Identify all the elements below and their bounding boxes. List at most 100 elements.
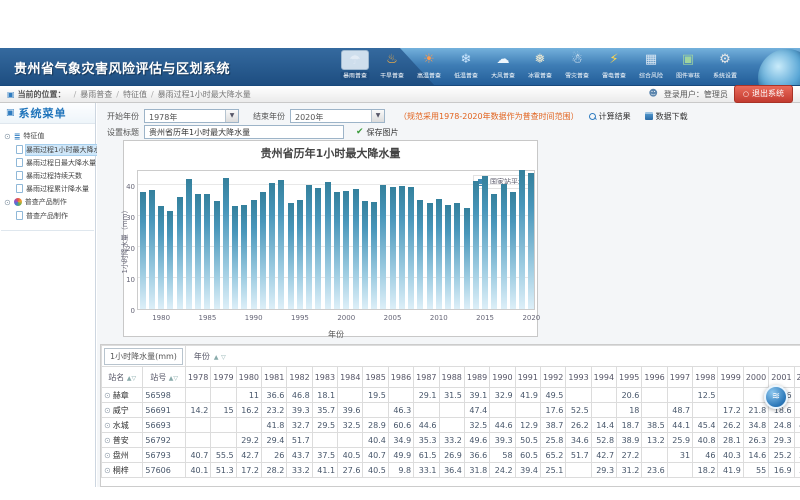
year-column-header: 2002 bbox=[794, 367, 800, 388]
logout-button[interactable]: ○ 退出系统 bbox=[734, 85, 793, 103]
value-cell: 51.3 bbox=[211, 463, 236, 478]
value-cell: 33.2 bbox=[287, 463, 312, 478]
station-id: 56792 bbox=[143, 433, 186, 448]
value-cell: 37.5 bbox=[312, 448, 337, 463]
value-cell: 38.5 bbox=[642, 418, 667, 433]
nav-item-drought-survey[interactable]: ♨干旱普查 bbox=[375, 50, 409, 81]
row-toggle-icon[interactable]: ⊙ bbox=[104, 451, 111, 460]
sidebar-item-1-0[interactable]: 普查产品制作 bbox=[1, 209, 94, 222]
sidebar-group-1[interactable]: ⊙普查产品制作 bbox=[1, 195, 94, 209]
disk-icon bbox=[645, 112, 653, 120]
calc-result-button[interactable]: 计算结果 bbox=[589, 111, 631, 122]
row-toggle-icon[interactable]: ⊙ bbox=[104, 391, 111, 400]
chevron-down-icon[interactable]: ▼ bbox=[225, 110, 238, 122]
station-id-header[interactable]: 站号 ▲▽ bbox=[143, 367, 186, 388]
value-cell bbox=[185, 433, 210, 448]
value-cell: 19.5 bbox=[363, 388, 388, 403]
bar-2007 bbox=[408, 187, 414, 309]
value-cell bbox=[591, 403, 616, 418]
year-column-header: 1979 bbox=[211, 367, 236, 388]
data-download-button[interactable]: 数据下载 bbox=[645, 111, 688, 122]
value-cell: 18.7 bbox=[617, 418, 642, 433]
sidebar-item-0-2[interactable]: 暴雨过程持续天数 bbox=[1, 169, 94, 182]
year-column-header: 1984 bbox=[338, 367, 363, 388]
bar-2006 bbox=[399, 186, 405, 310]
sort-asc-icon[interactable]: ▲ bbox=[214, 354, 219, 361]
bar-1986 bbox=[214, 201, 220, 309]
year-sort-header[interactable]: 年份▲ ▽ bbox=[185, 346, 800, 367]
value-cell: 26.2 bbox=[566, 418, 591, 433]
start-year-select[interactable]: 1978年 ▼ bbox=[144, 109, 239, 123]
sidebar-item-0-3[interactable]: 暴雨过程累计降水量 bbox=[1, 182, 94, 195]
value-cell bbox=[388, 388, 413, 403]
value-cell: 16.9 bbox=[769, 463, 794, 478]
start-year-label: 开始年份 bbox=[107, 111, 139, 122]
station-id: 57606 bbox=[143, 463, 186, 478]
sidebar-group-0[interactable]: ⊙≣特征值 bbox=[1, 129, 94, 143]
nav-item-composite-risk[interactable]: ▦综合风险 bbox=[634, 50, 668, 81]
bar-2014 bbox=[473, 181, 479, 309]
station-name: 水城 bbox=[113, 421, 129, 430]
value-cell: 52.5 bbox=[566, 403, 591, 418]
heat-icon: ☀ bbox=[415, 50, 443, 70]
chart-title-input[interactable] bbox=[144, 125, 344, 139]
nav-item-wind-survey[interactable]: ☁大风普查 bbox=[486, 50, 520, 81]
nav-item-rainstorm-survey[interactable]: ☂暴雨普查 bbox=[338, 50, 372, 81]
bar-2019 bbox=[519, 170, 525, 309]
bar-1994 bbox=[288, 203, 294, 309]
sort-desc-icon[interactable]: ▽ bbox=[131, 375, 136, 382]
value-cell bbox=[185, 388, 210, 403]
year-column-header: 1982 bbox=[287, 367, 312, 388]
power-icon: ○ bbox=[743, 90, 749, 98]
value-cell bbox=[363, 403, 388, 418]
sidebar-item-0-0[interactable]: 暴雨过程1小时最大降水量 bbox=[1, 143, 94, 156]
sort-desc-icon[interactable]: ▽ bbox=[221, 354, 226, 361]
row-toggle-icon[interactable]: ⊙ bbox=[104, 466, 111, 475]
nav-item-label: 高温普查 bbox=[415, 72, 444, 81]
value-cell: 39.3 bbox=[287, 403, 312, 418]
bar-1979 bbox=[149, 190, 155, 309]
nav-item-cold-survey[interactable]: ❄低温普查 bbox=[449, 50, 483, 81]
chevron-down-icon[interactable]: ▼ bbox=[371, 110, 384, 122]
value-cell: 34.6 bbox=[566, 433, 591, 448]
value-cell bbox=[211, 388, 236, 403]
floating-action-button[interactable]: ≋ bbox=[764, 385, 788, 409]
row-toggle-icon[interactable]: ⊙ bbox=[104, 421, 111, 430]
bar-2018 bbox=[510, 192, 516, 309]
nav-item-lightning-survey[interactable]: ⚡雷电普查 bbox=[597, 50, 631, 81]
value-cell: 16.2 bbox=[236, 403, 261, 418]
nav-item-snow-survey[interactable]: ☃雪灾普查 bbox=[560, 50, 594, 81]
lightning-icon: ⚡ bbox=[600, 50, 628, 70]
save-image-button[interactable]: ✔ 保存图片 bbox=[356, 127, 399, 138]
value-cell: 47.4 bbox=[464, 403, 489, 418]
nav-item-hail-survey[interactable]: ❅冰雹普查 bbox=[523, 50, 557, 81]
table-wrap: 1小时降水量(mm)年份▲ ▽站名 ▲▽站号 ▲▽197819791980198… bbox=[100, 344, 800, 487]
sort-desc-icon[interactable]: ▽ bbox=[173, 375, 178, 382]
value-cell: 18.1 bbox=[312, 388, 337, 403]
nav-item-heat-survey[interactable]: ☀ 高温普查 bbox=[412, 50, 446, 81]
year-column-header: 1992 bbox=[540, 367, 565, 388]
bar-1985 bbox=[204, 194, 210, 309]
row-toggle-icon[interactable]: ⊙ bbox=[104, 406, 111, 415]
tree-toggle-icon[interactable]: ⊙ bbox=[4, 198, 11, 207]
value-cell: 33.1 bbox=[414, 463, 439, 478]
tree-toggle-icon[interactable]: ⊙ bbox=[4, 132, 11, 141]
value-cell: 38.7 bbox=[540, 418, 565, 433]
chart-title: 贵州省历年1小时最大降水量 bbox=[124, 145, 537, 161]
value-cell: 36.6 bbox=[464, 448, 489, 463]
end-year-select[interactable]: 2020年 ▼ bbox=[290, 109, 385, 123]
nav-item-map-audit[interactable]: ▣图件审核 bbox=[671, 50, 705, 81]
value-cell bbox=[591, 388, 616, 403]
breadcrumb-item-2[interactable]: 特征值 bbox=[123, 89, 147, 100]
bar-1988 bbox=[232, 206, 238, 309]
location-icon: ▣ bbox=[7, 90, 15, 99]
breadcrumb-item-1[interactable]: 暴雨普查 bbox=[80, 89, 112, 100]
row-toggle-icon[interactable]: ⊙ bbox=[104, 436, 111, 445]
station-name-header[interactable]: 站名 ▲▽ bbox=[102, 367, 143, 388]
value-cell: 55 bbox=[743, 463, 768, 478]
nav-item-system-settings[interactable]: ⚙系统设置 bbox=[708, 50, 742, 81]
x-tick-label: 2015 bbox=[472, 314, 498, 322]
value-cell: 40.1 bbox=[185, 463, 210, 478]
value-cell: 50.5 bbox=[515, 433, 540, 448]
sidebar-item-0-1[interactable]: 暴雨过程日最大降水量 bbox=[1, 156, 94, 169]
